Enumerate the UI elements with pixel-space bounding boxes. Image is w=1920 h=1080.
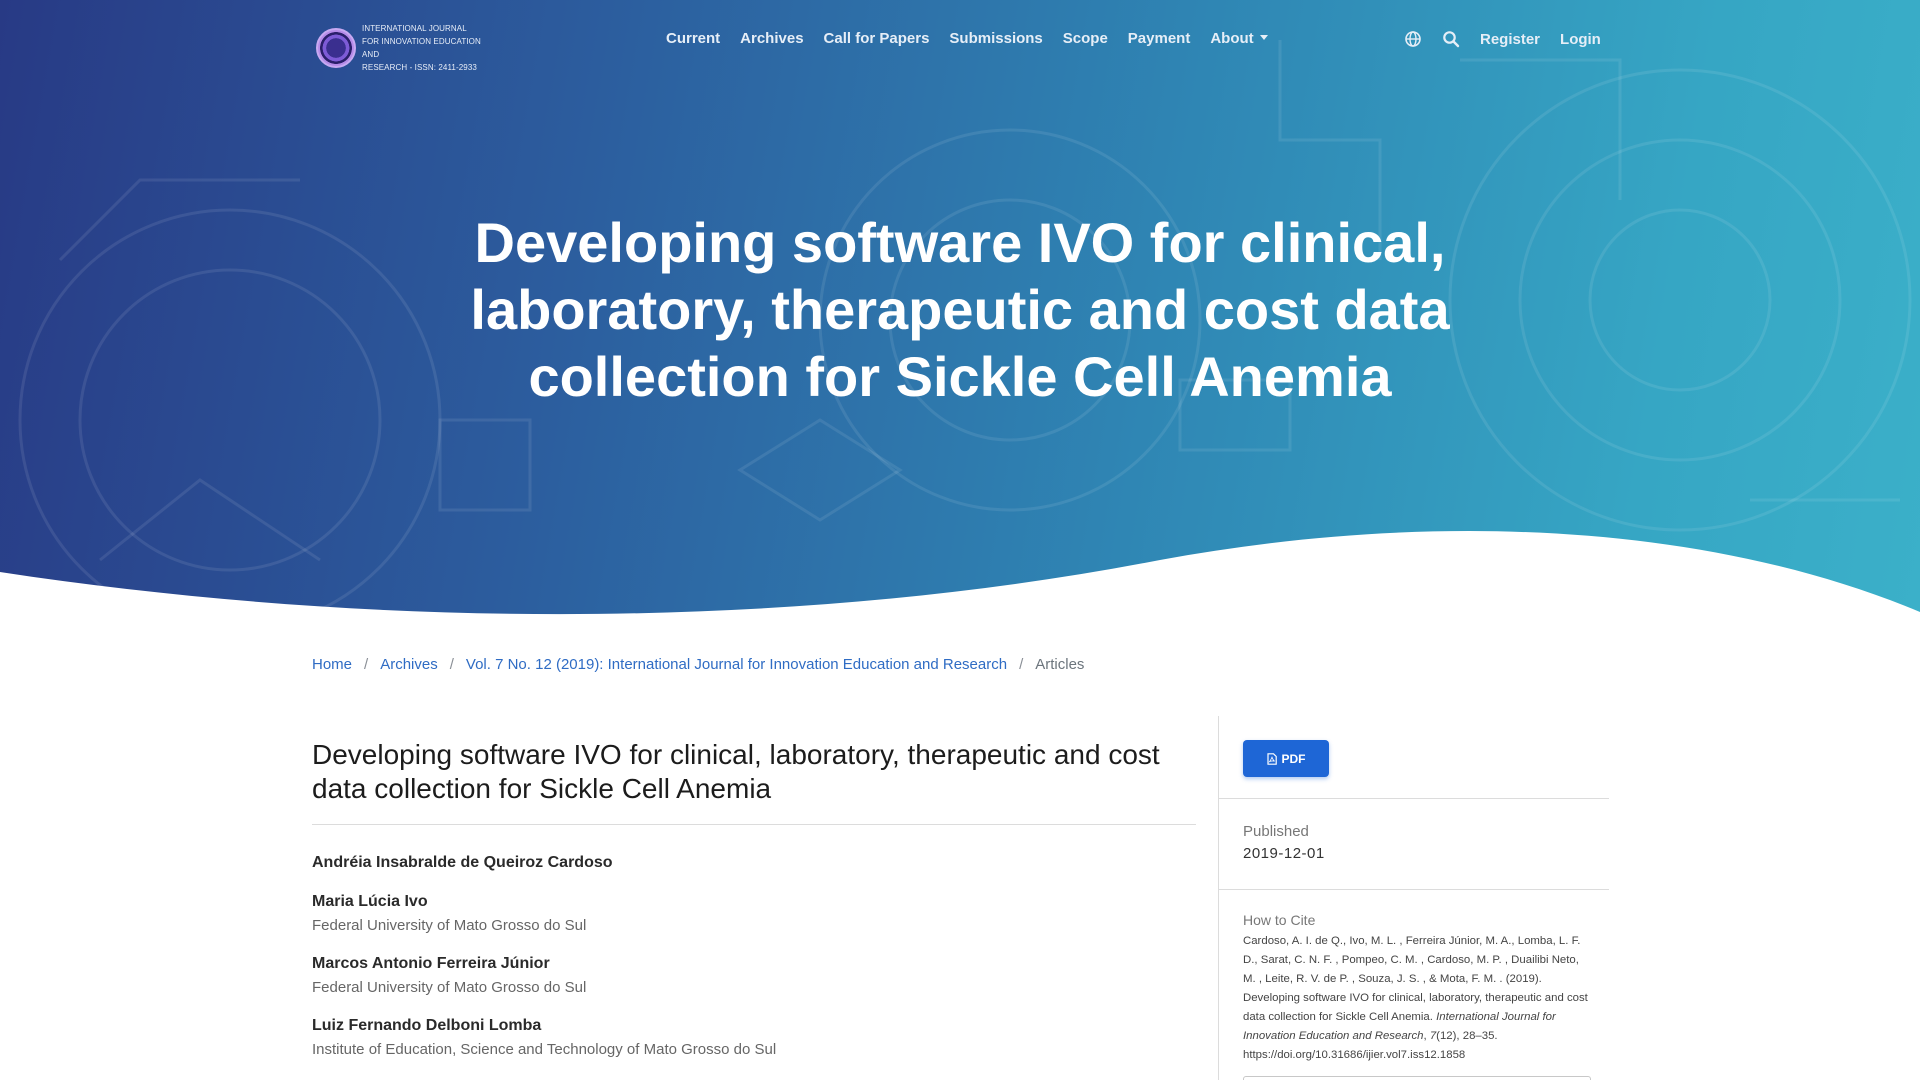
chevron-down-icon [1259, 34, 1268, 40]
author-name: Maria Lúcia Ivo [312, 893, 428, 910]
journal-name-line1: International Journal [362, 24, 467, 33]
nav-scope[interactable]: Scope [1063, 30, 1108, 47]
breadcrumb-separator: / [1019, 656, 1024, 673]
author-item: Marcos Antonio Ferreira Júnior Federal U… [312, 954, 1196, 997]
author-affiliation: Institute of Education, Science and Tech… [312, 1041, 777, 1058]
pdf-download-button[interactable]: PDF [1243, 740, 1329, 777]
breadcrumb-home[interactable]: Home [312, 656, 352, 673]
hero-title-line3: collection for Sickle Cell Anemia [528, 345, 1392, 408]
nav-call-for-papers[interactable]: Call for Papers [824, 30, 930, 47]
breadcrumb-archives[interactable]: Archives [380, 656, 438, 673]
nav-actions: Register Login [1404, 30, 1621, 48]
author-name: Andréia Insabralde de Queiroz Cardoso [312, 854, 613, 871]
breadcrumb-separator: / [449, 656, 454, 673]
hero-title: Developing software IVO for clinical, la… [0, 209, 1920, 410]
author-item: Luiz Fernando Delboni Lomba Institute of… [312, 1016, 1196, 1059]
article-main: Developing software IVO for clinical, la… [312, 738, 1196, 1078]
hero-wave-divider [0, 531, 1920, 620]
article-title: Developing software IVO for clinical, la… [312, 739, 1160, 804]
author-name: Luiz Fernando Delboni Lomba [312, 1017, 542, 1034]
sidebar-divider [1219, 889, 1609, 890]
nav-about-label: About [1210, 30, 1254, 47]
register-link[interactable]: Register [1480, 31, 1540, 48]
published-date: 2019-12-01 [1243, 845, 1325, 862]
title-divider [312, 824, 1196, 825]
author-affiliation: Federal University of Mato Grosso do Sul [312, 917, 587, 934]
citation-format-select[interactable] [1243, 1076, 1591, 1080]
journal-name[interactable]: International Journal for Innovation Edu… [362, 22, 492, 74]
citation-text: Cardoso, A. I. de Q., Ivo, M. L. , Ferre… [1243, 932, 1591, 1065]
author-item: Andréia Insabralde de Queiroz Cardoso [312, 853, 1196, 873]
author-item: Maria Lúcia Ivo Federal University of Ma… [312, 892, 1196, 935]
nav-about[interactable]: About [1210, 30, 1268, 47]
breadcrumb-separator: / [364, 656, 369, 673]
sidebar-divider [1219, 798, 1609, 799]
hero-title-line2: laboratory, therapeutic and cost data [470, 278, 1450, 341]
pdf-button-label: PDF [1281, 751, 1306, 766]
nav-submissions[interactable]: Submissions [949, 30, 1042, 47]
nav-payment[interactable]: Payment [1128, 30, 1191, 47]
breadcrumb-current: Articles [1035, 656, 1085, 673]
journal-logo[interactable] [316, 28, 356, 68]
journal-name-line3: Research - ISSN: 2411-2933 [362, 63, 477, 72]
file-pdf-icon [1266, 752, 1277, 765]
column-divider [1218, 716, 1219, 1080]
author-name: Marcos Antonio Ferreira Júnior [312, 955, 550, 972]
breadcrumb: Home / Archives / Vol. 7 No. 12 (2019): … [312, 656, 1084, 673]
journal-brand[interactable]: International Journal for Innovation Edu… [316, 22, 492, 74]
main-nav: Current Archives Call for Papers Submiss… [666, 30, 1288, 47]
login-link[interactable]: Login [1560, 31, 1601, 48]
hero-title-line1: Developing software IVO for clinical, [474, 211, 1446, 274]
how-to-cite-label: How to Cite [1243, 912, 1316, 928]
citation-body: Cardoso, A. I. de Q., Ivo, M. L. , Ferre… [1243, 935, 1588, 1023]
nav-current[interactable]: Current [666, 30, 720, 47]
journal-name-line2: for Innovation Education and [362, 37, 481, 59]
author-affiliation: Federal University of Mato Grosso do Sul [312, 979, 587, 996]
search-icon[interactable] [1442, 30, 1460, 48]
nav-archives[interactable]: Archives [740, 30, 803, 47]
breadcrumb-issue[interactable]: Vol. 7 No. 12 (2019): International Jour… [466, 656, 1007, 673]
top-navbar: International Journal for Innovation Edu… [0, 0, 1920, 80]
published-label: Published [1243, 823, 1309, 840]
globe-icon[interactable] [1404, 30, 1422, 48]
hero-banner: International Journal for Innovation Edu… [0, 0, 1920, 620]
author-list: Andréia Insabralde de Queiroz Cardoso Ma… [312, 853, 1196, 1059]
